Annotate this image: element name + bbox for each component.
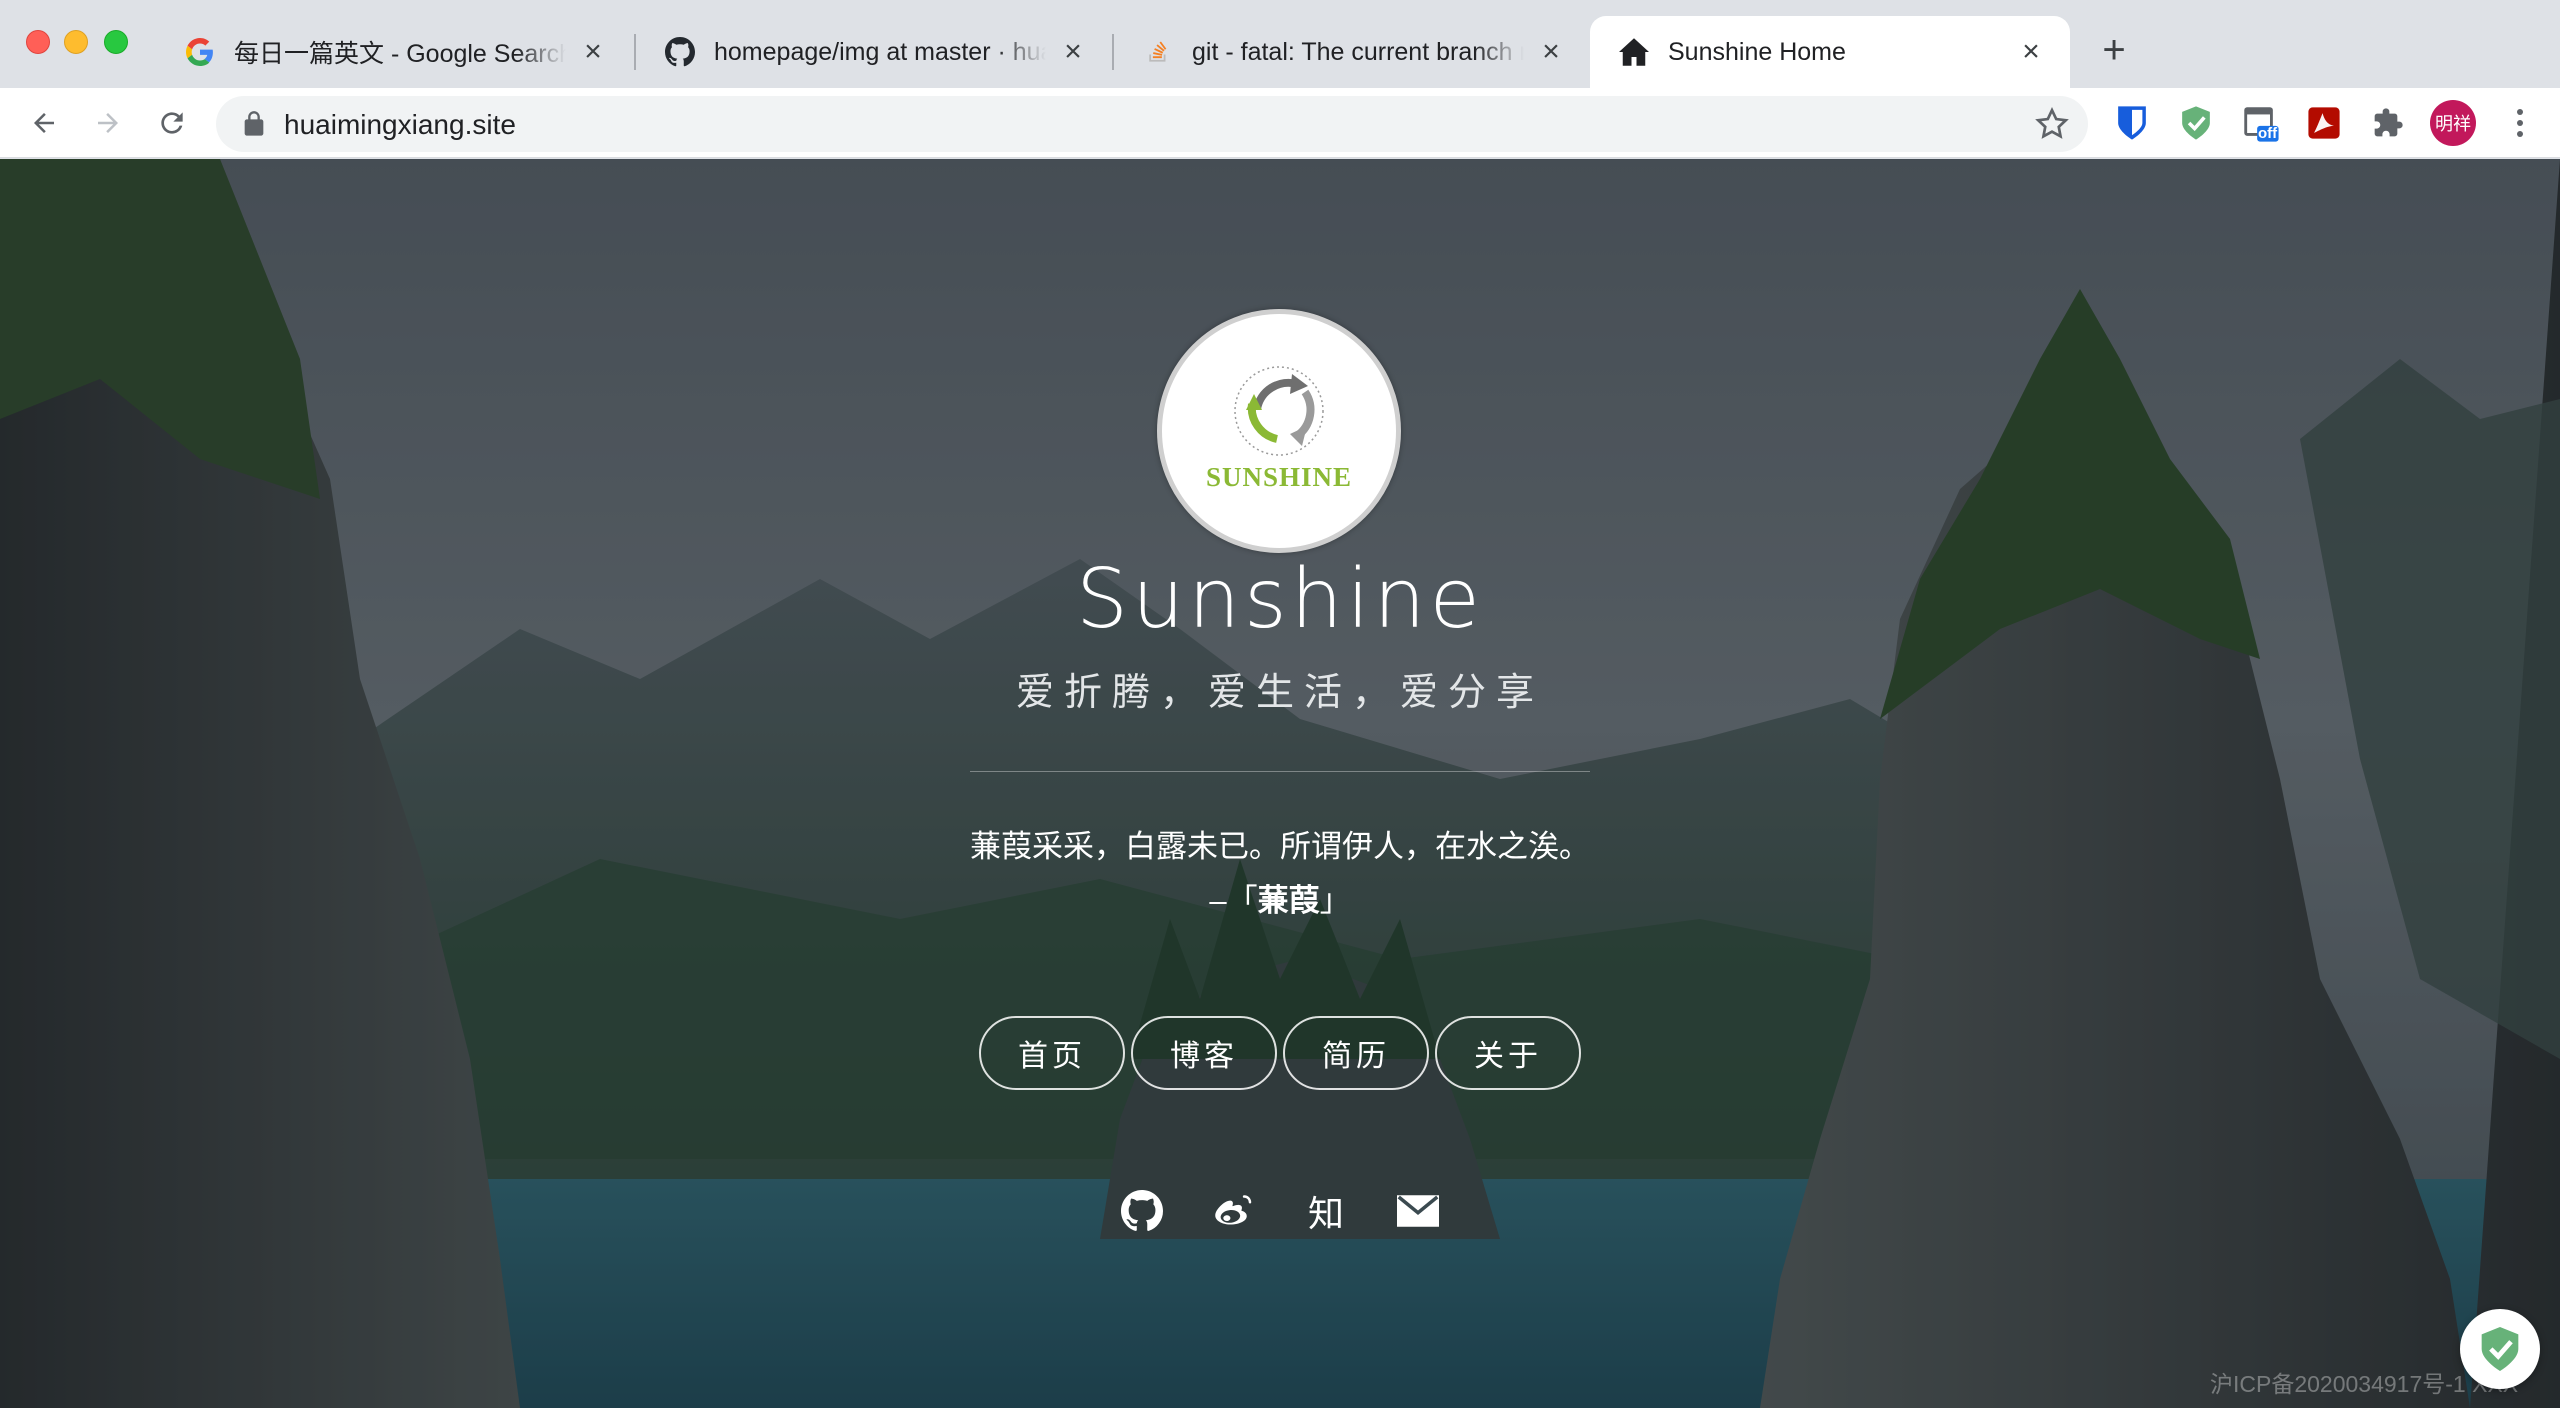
tab-title: 每日一篇英文 - Google Search: [234, 40, 566, 68]
browser-menu-icon[interactable]: [2500, 102, 2540, 144]
quote-source: –「蒹葭」: [0, 875, 2560, 920]
tab-sunshine-home[interactable]: Sunshine Home ×: [1590, 16, 2070, 88]
divider: [970, 771, 1590, 772]
nav-blog-button[interactable]: 博客: [1131, 1016, 1277, 1090]
tab-stackoverflow[interactable]: git - fatal: The current branch master h…: [1114, 16, 1590, 88]
tab-google-search[interactable]: 每日一篇英文 - Google Search ×: [156, 16, 632, 88]
window-close-button[interactable]: [26, 30, 50, 54]
browser-toolbar: huaimingxiang.site off 明祥: [0, 88, 2560, 158]
forward-button[interactable]: [86, 101, 130, 145]
window-minimize-button[interactable]: [64, 30, 88, 54]
github-icon[interactable]: [1120, 1189, 1164, 1233]
back-button[interactable]: [22, 101, 66, 145]
adguard-shield-icon[interactable]: [2176, 103, 2216, 143]
tab-github[interactable]: homepage/img at master · huaimingxiang ×: [636, 16, 1112, 88]
nav-resume-button[interactable]: 简历: [1283, 1016, 1429, 1090]
quote-prefix: –「: [1209, 883, 1258, 918]
tab-close-icon[interactable]: ×: [1536, 37, 1566, 67]
zhihu-icon[interactable]: 知: [1304, 1189, 1348, 1234]
social-links: 知: [0, 1189, 2560, 1234]
weibo-icon[interactable]: [1212, 1189, 1256, 1233]
quote-suffix: 」: [1319, 883, 1351, 918]
github-icon: [664, 36, 696, 68]
url-text: huaimingxiang.site: [284, 109, 516, 140]
site-subtitle: 爱折腾，爱生活，爱分享: [1015, 672, 1544, 714]
tab-title: git - fatal: The current branch master h…: [1192, 37, 1524, 66]
tab-title: homepage/img at master · huaimingxiang: [714, 37, 1046, 66]
window-zoom-button[interactable]: [104, 30, 128, 54]
reload-icon: [161, 112, 183, 134]
arrow-left-icon: [34, 113, 54, 133]
hero-section: SUNSHINE Sunshine 爱折腾，爱生活，爱分享 蒹葭采采，白露未已。…: [0, 159, 2560, 1408]
calendar-extension-icon[interactable]: off: [2240, 103, 2280, 143]
extension-badge: off: [2258, 125, 2278, 142]
logo-text: SUNSHINE: [1205, 462, 1353, 492]
profile-avatar[interactable]: 明祥: [2430, 100, 2476, 146]
home-icon: [1618, 36, 1650, 68]
arrow-right-icon: [98, 113, 118, 133]
bookmark-star-icon[interactable]: [2034, 106, 2070, 142]
extensions-puzzle-icon[interactable]: [2368, 103, 2408, 143]
tab-close-icon[interactable]: ×: [1058, 37, 1088, 67]
main-nav: 首页 博客 简历 关于: [0, 1016, 2560, 1090]
tab-close-icon[interactable]: ×: [2016, 37, 2046, 67]
quote-source-title: 蒹葭: [1257, 883, 1320, 918]
google-icon: [184, 36, 216, 68]
tab-strip: 每日一篇英文 - Google Search × homepage/img at…: [0, 0, 2560, 88]
new-tab-button[interactable]: +: [2094, 28, 2134, 72]
recycle-arrows-icon: [1234, 366, 1324, 456]
acrobat-icon[interactable]: [2304, 103, 2344, 143]
nav-home-button[interactable]: 首页: [979, 1016, 1125, 1090]
shield-check-icon: [2481, 1327, 2519, 1371]
address-bar[interactable]: huaimingxiang.site: [216, 96, 2088, 152]
tab-close-icon[interactable]: ×: [578, 37, 608, 67]
page-viewport: SUNSHINE Sunshine 爱折腾，爱生活，爱分享 蒹葭采采，白露未已。…: [0, 159, 2560, 1408]
bitwarden-icon[interactable]: [2112, 103, 2152, 143]
mail-icon[interactable]: [1396, 1189, 1440, 1233]
site-title: Sunshine: [1076, 552, 1484, 647]
security-shield-button[interactable]: [2460, 1309, 2540, 1389]
lock-icon: [244, 111, 264, 136]
reload-button[interactable]: [150, 101, 194, 145]
tab-title: Sunshine Home: [1668, 37, 1846, 66]
nav-about-button[interactable]: 关于: [1435, 1016, 1581, 1090]
stackoverflow-icon: [1142, 36, 1174, 68]
site-logo[interactable]: SUNSHINE: [1157, 309, 1401, 553]
quote-text: 蒹葭采采，白露未已。所谓伊人，在水之涘。: [970, 829, 1590, 864]
